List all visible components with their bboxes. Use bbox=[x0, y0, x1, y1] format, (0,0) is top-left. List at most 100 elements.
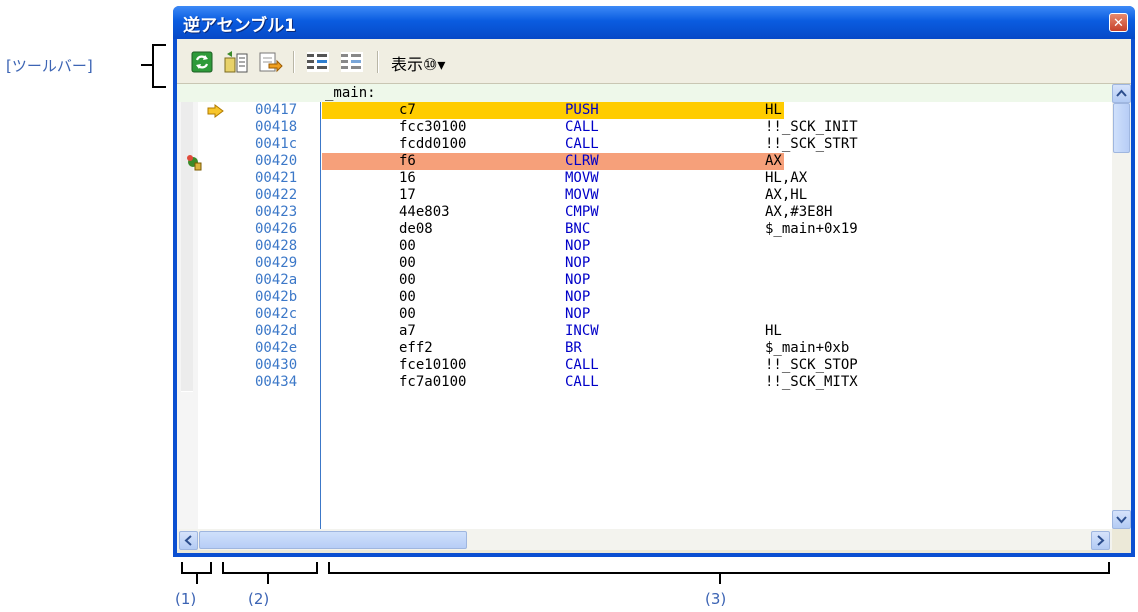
address-cell: 00422 bbox=[255, 187, 298, 203]
code-cell: 00 bbox=[399, 289, 416, 305]
operand-cell: AX bbox=[765, 153, 782, 169]
operand-cell: !!_SCK_INIT bbox=[765, 119, 858, 135]
operand-cell: $_main+0x19 bbox=[765, 221, 858, 237]
disassembly-row[interactable]: 0042b 00 NOP bbox=[177, 289, 1112, 306]
disassembly-row[interactable]: 00428 00 NOP bbox=[177, 238, 1112, 255]
mnemonic-cell: BNC bbox=[565, 221, 591, 237]
disassembly-row[interactable]: 0042d a7 INCW HL bbox=[177, 323, 1112, 340]
col1-label: (1) bbox=[175, 590, 197, 608]
chevron-right-icon bbox=[1097, 535, 1105, 546]
export-icon bbox=[259, 52, 283, 73]
vertical-scrollbar[interactable] bbox=[1112, 84, 1131, 529]
toolbar-callout-label: [ツールバー] bbox=[6, 57, 93, 75]
run-button[interactable] bbox=[339, 50, 365, 74]
disassembly-row[interactable]: 00420 f6 CLRW AX bbox=[177, 153, 1112, 170]
mnemonic-cell: MOVW bbox=[565, 170, 599, 186]
export-button[interactable] bbox=[257, 50, 283, 74]
vertical-scroll-thumb[interactable] bbox=[1113, 103, 1130, 153]
mnemonic-cell: NOP bbox=[565, 238, 591, 254]
disassembly-row[interactable]: 00423 44e803 CMPW AX,#3E8H bbox=[177, 204, 1112, 221]
disassembly-row[interactable]: 0042e eff2 BR $_main+0xb bbox=[177, 340, 1112, 357]
horizontal-scroll-thumb[interactable] bbox=[199, 531, 467, 549]
mnemonic-cell: CLRW bbox=[565, 153, 599, 169]
symbol-icon bbox=[224, 51, 248, 73]
address-cell: 00420 bbox=[255, 153, 298, 169]
disassembly-row[interactable]: 00418 fcc30100 CALL !!_SCK_INIT bbox=[177, 119, 1112, 136]
code-cell: a7 bbox=[399, 323, 416, 339]
address-cell: 0042a bbox=[255, 272, 298, 288]
code-cell: fcdd0100 bbox=[399, 136, 467, 152]
disassembly-row[interactable]: 00422 17 MOVW AX,HL bbox=[177, 187, 1112, 204]
code-cell: 00 bbox=[399, 272, 416, 288]
mnemonic-cell: NOP bbox=[565, 272, 591, 288]
toolbar-separator bbox=[377, 51, 379, 73]
horizontal-scrollbar[interactable] bbox=[177, 529, 1112, 550]
code-cell: 44e803 bbox=[399, 204, 450, 220]
refresh-icon bbox=[191, 51, 213, 73]
disassembly-row[interactable]: 0042a 00 NOP bbox=[177, 272, 1112, 289]
col2-label: (2) bbox=[248, 590, 270, 608]
view-menu[interactable]: 表示⑩▾ bbox=[391, 51, 445, 75]
toolbar-separator bbox=[293, 51, 295, 73]
disassembly-row[interactable]: 00429 00 NOP bbox=[177, 255, 1112, 272]
mnemonic-cell: CMPW bbox=[565, 204, 599, 220]
operand-cell: $_main+0xb bbox=[765, 340, 850, 356]
disassembly-row[interactable]: 0042c 00 NOP bbox=[177, 306, 1112, 323]
mnemonic-cell: BR bbox=[565, 340, 582, 356]
mnemonic-cell: NOP bbox=[565, 255, 591, 271]
scroll-right-button[interactable] bbox=[1091, 531, 1110, 550]
mnemonic-cell: CALL bbox=[565, 374, 599, 390]
disassembly-row[interactable]: 00417 c7 PUSH HL bbox=[177, 102, 1112, 119]
operand-cell: AX,#3E8H bbox=[765, 204, 833, 220]
disassemble-window: 逆アセンブル1 ✕ 表示⑩▾ _main: 00417 c7 PUSH HL 0… bbox=[173, 6, 1135, 557]
scrollbar-corner bbox=[1112, 529, 1131, 550]
symbol-label-row: _main: bbox=[177, 84, 1112, 102]
address-cell: 0042c bbox=[255, 306, 298, 322]
toolbar-callout-bracket bbox=[152, 44, 154, 88]
mnemonic-cell: CALL bbox=[565, 357, 599, 373]
code-cell: de08 bbox=[399, 221, 433, 237]
mnemonic-cell: NOP bbox=[565, 289, 591, 305]
code-cell: c7 bbox=[399, 102, 416, 118]
step-button[interactable] bbox=[305, 50, 331, 74]
code-cell: fce10100 bbox=[399, 357, 467, 373]
disassembly-view[interactable]: _main: 00417 c7 PUSH HL 00418 fcc30100 CALL !!_… bbox=[177, 84, 1112, 529]
code-cell: f6 bbox=[399, 153, 416, 169]
disassembly-row[interactable]: 00426 de08 BNC $_main+0x19 bbox=[177, 221, 1112, 238]
operand-cell: !!_SCK_STOP bbox=[765, 357, 858, 373]
close-button[interactable]: ✕ bbox=[1109, 13, 1128, 32]
code-cell: 00 bbox=[399, 306, 416, 322]
address-cell: 00421 bbox=[255, 170, 298, 186]
scroll-down-button[interactable] bbox=[1112, 510, 1131, 529]
address-cell: 00430 bbox=[255, 357, 298, 373]
code-cell: 00 bbox=[399, 255, 416, 271]
breakpoint-highlight bbox=[322, 153, 765, 170]
window-title: 逆アセンブル1 bbox=[183, 16, 296, 36]
refresh-button[interactable] bbox=[189, 50, 215, 74]
chevron-up-icon bbox=[1116, 89, 1127, 97]
scroll-left-button[interactable] bbox=[179, 531, 198, 550]
address-cell: 00417 bbox=[255, 102, 298, 118]
code-cell: eff2 bbox=[399, 340, 433, 356]
disassembly-row[interactable]: 00421 16 MOVW HL,AX bbox=[177, 170, 1112, 187]
mnemonic-cell: NOP bbox=[565, 306, 591, 322]
goto-symbol-button[interactable] bbox=[223, 50, 249, 74]
disassembly-row[interactable]: 00434 fc7a0100 CALL !!_SCK_MITX bbox=[177, 374, 1112, 391]
chevron-down-icon bbox=[1116, 516, 1127, 524]
disassembly-row[interactable]: 0041c fcdd0100 CALL !!_SCK_STRT bbox=[177, 136, 1112, 153]
window-client: 表示⑩▾ _main: 00417 c7 PUSH HL 00418 fcc30100 CA… bbox=[177, 39, 1131, 553]
step-icon bbox=[307, 52, 329, 72]
code-cell: fc7a0100 bbox=[399, 374, 467, 390]
mnemonic-cell: MOVW bbox=[565, 187, 599, 203]
scroll-up-button[interactable] bbox=[1112, 84, 1131, 103]
title-bar[interactable]: 逆アセンブル1 ✕ bbox=[173, 6, 1135, 39]
address-cell: 0042d bbox=[255, 323, 298, 339]
address-cell: 0041c bbox=[255, 136, 298, 152]
col3-label: (3) bbox=[705, 590, 727, 608]
disassembly-row[interactable]: 00430 fce10100 CALL !!_SCK_STOP bbox=[177, 357, 1112, 374]
current-pc-highlight bbox=[322, 102, 765, 119]
operand-cell: !!_SCK_MITX bbox=[765, 374, 858, 390]
code-cell: fcc30100 bbox=[399, 119, 467, 135]
mnemonic-cell: CALL bbox=[565, 136, 599, 152]
breakpoint-event-icon bbox=[187, 155, 202, 171]
